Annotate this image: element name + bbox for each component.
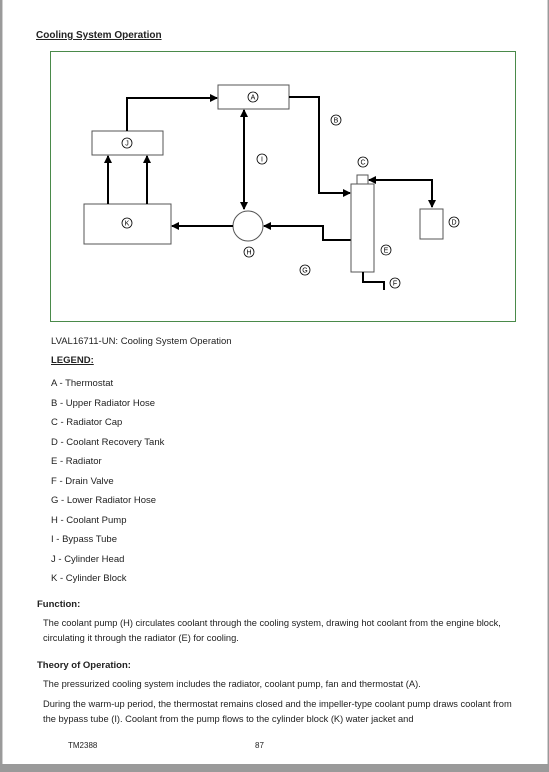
coolant-pump bbox=[232, 210, 264, 242]
label-d: D bbox=[451, 220, 456, 227]
upper-radiator-hose bbox=[289, 96, 351, 197]
legend-item: D - Coolant Recovery Tank bbox=[51, 436, 165, 448]
legend-item: A - Thermostat bbox=[51, 378, 114, 389]
label-f: F bbox=[393, 281, 397, 288]
legend-item: G - Lower Radiator Hose bbox=[51, 495, 157, 506]
legend-item: J - Cylinder Head bbox=[51, 553, 125, 565]
label-e: E bbox=[384, 248, 389, 255]
theory-paragraph-1: The pressurized cooling system includes … bbox=[43, 679, 421, 689]
label-a: A bbox=[251, 95, 256, 102]
label-g: G bbox=[302, 268, 307, 275]
page-title: Cooling System Operation bbox=[36, 30, 162, 41]
theory-heading: Theory of Operation: bbox=[37, 660, 131, 671]
label-i: I bbox=[261, 157, 263, 164]
coolant-recovery-tank bbox=[419, 208, 444, 240]
legend-item: F - Drain Valve bbox=[51, 475, 114, 487]
document-page: Cooling System Operation A J K I H G B E… bbox=[2, 0, 548, 764]
function-heading: Function: bbox=[37, 599, 81, 610]
legend-item: H - Coolant Pump bbox=[51, 514, 127, 526]
legend-item: B - Upper Radiator Hose bbox=[51, 397, 156, 409]
diagram-svg: A J K I H G B E C D F bbox=[83, 84, 460, 290]
drain-valve-line bbox=[362, 272, 385, 290]
legend-item: C - Radiator Cap bbox=[51, 417, 123, 428]
legend-item: I - Bypass Tube bbox=[51, 534, 118, 545]
legend-item: K - Cylinder Block bbox=[51, 573, 127, 584]
legend-title: LEGEND: bbox=[51, 355, 94, 366]
label-b: B bbox=[334, 118, 339, 125]
figure-caption: LVAL16711-UN: Cooling System Operation bbox=[51, 336, 232, 347]
theory-paragraph-2: During the warm-up period, the thermosta… bbox=[43, 699, 512, 724]
function-text: The coolant pump (H) circulates coolant … bbox=[43, 618, 501, 643]
label-h: H bbox=[246, 250, 251, 257]
footer-doc-number: TM2388 bbox=[68, 741, 98, 750]
radiator bbox=[350, 183, 375, 273]
radiator-cap bbox=[356, 174, 369, 185]
cooling-system-diagram: A J K I H G B E C D F bbox=[50, 51, 516, 322]
label-c: C bbox=[360, 160, 365, 167]
legend-item: E - Radiator bbox=[51, 456, 102, 467]
label-k: K bbox=[125, 221, 130, 228]
label-j: J bbox=[125, 141, 129, 148]
head-to-thermostat-line bbox=[126, 94, 218, 131]
cap-to-tank-line bbox=[401, 179, 436, 208]
footer-page-number: 87 bbox=[255, 741, 264, 750]
legend-list: A - Thermostat B - Upper Radiator Hose C… bbox=[51, 378, 164, 593]
lower-radiator-hose bbox=[263, 222, 351, 241]
